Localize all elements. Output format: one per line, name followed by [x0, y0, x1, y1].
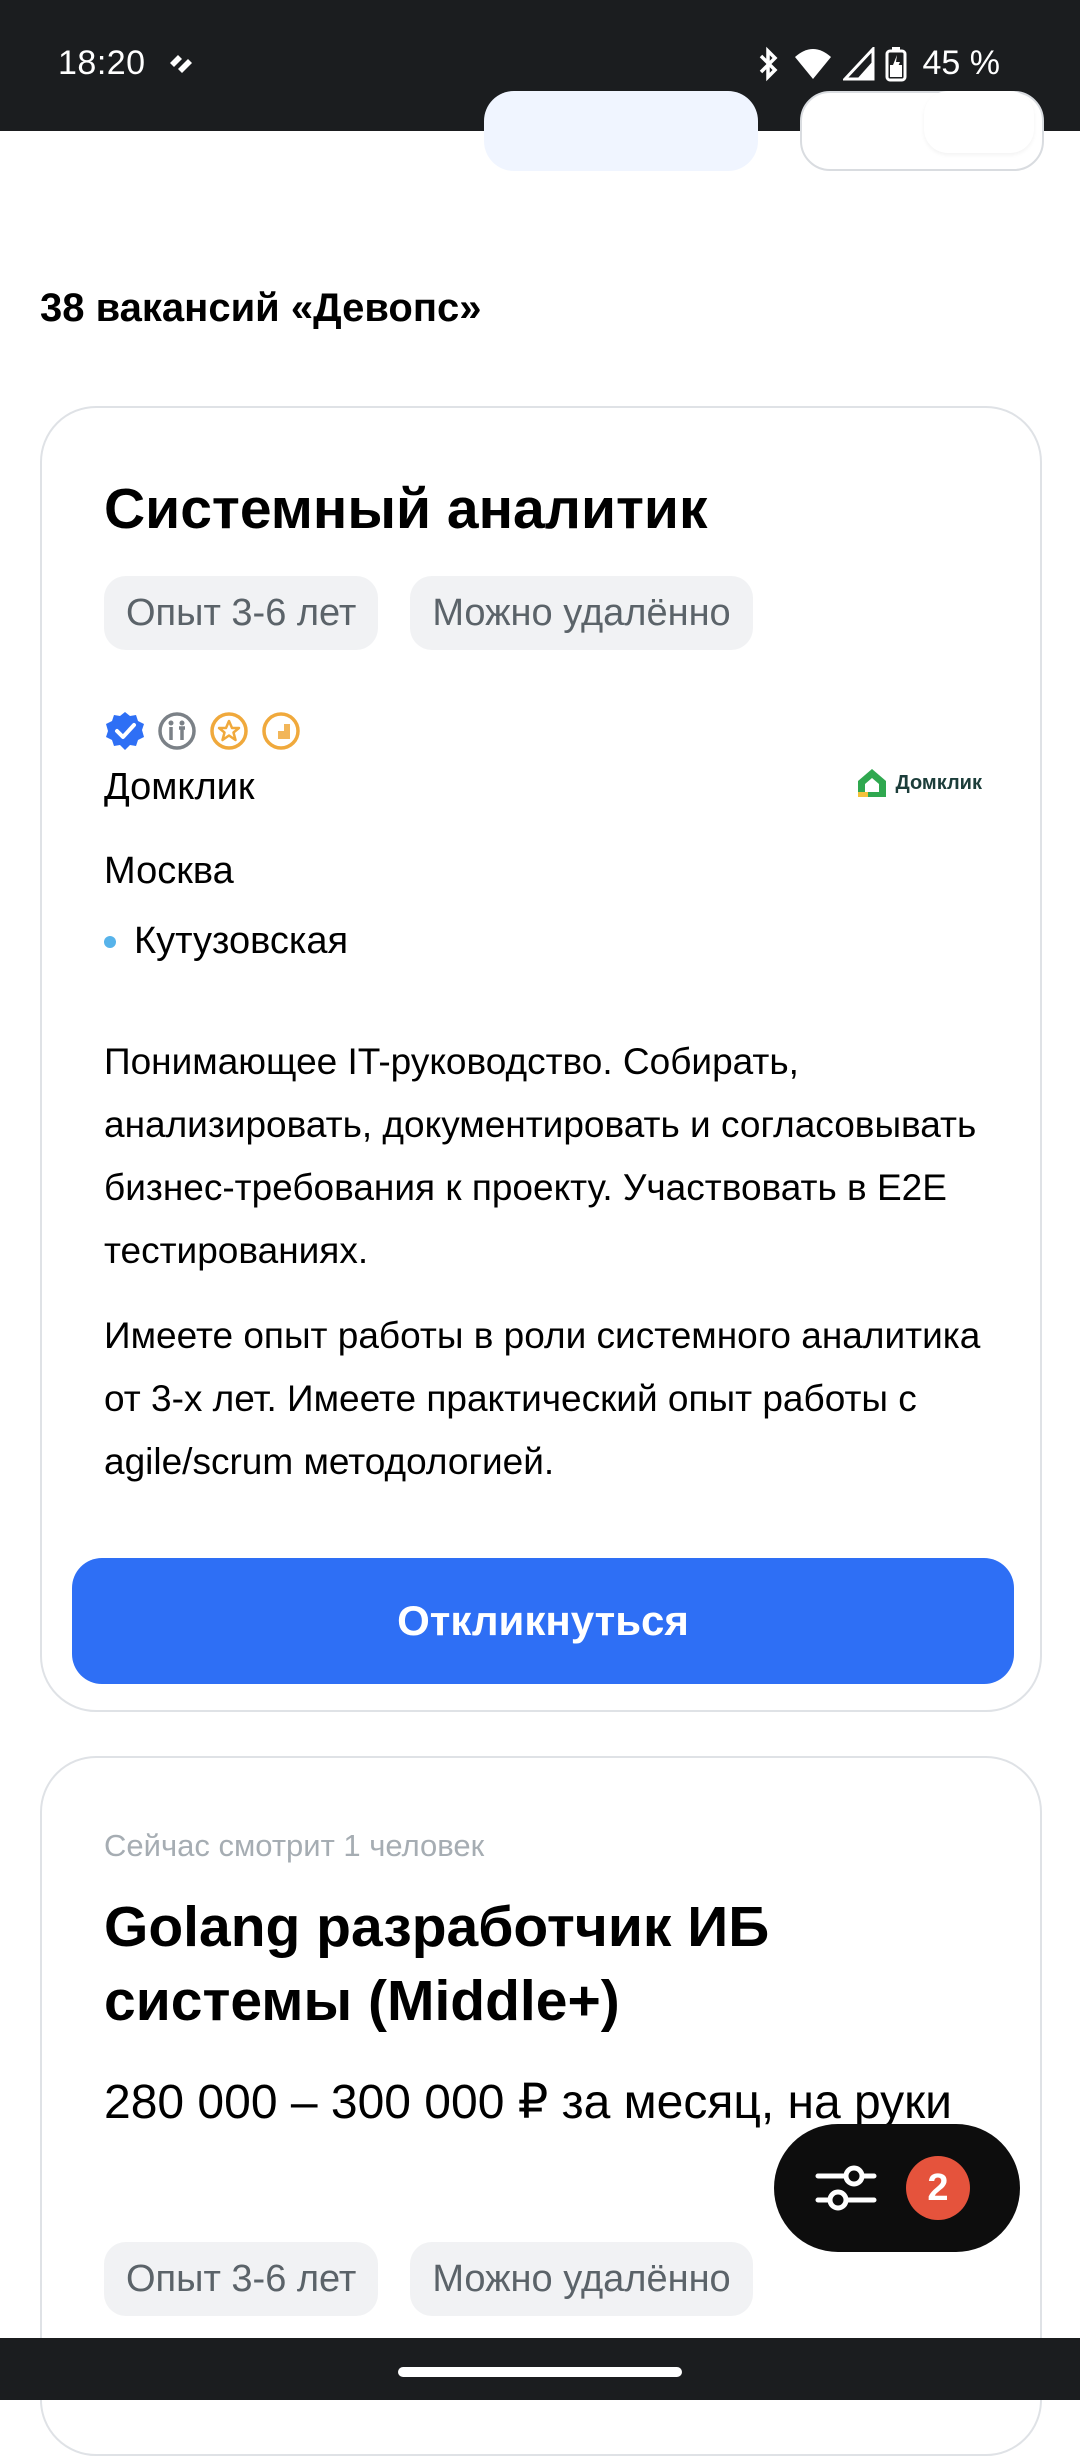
- rating-icon[interactable]: [208, 710, 250, 752]
- toggle-knob: [924, 91, 1034, 153]
- home-indicator[interactable]: [398, 2367, 682, 2377]
- remote-tag: Можно удалённо: [410, 576, 753, 650]
- city: Москва: [104, 850, 234, 892]
- experience-tag: Опыт 3-6 лет: [104, 576, 379, 650]
- app-notification-icon: [170, 55, 192, 73]
- company-name[interactable]: Домклик: [104, 766, 255, 809]
- verified-icon[interactable]: [104, 710, 146, 752]
- company-logo[interactable]: Домклик: [855, 766, 982, 800]
- battery-percent: 45 %: [922, 44, 1001, 82]
- apply-button[interactable]: Откликнуться: [72, 1558, 1014, 1684]
- domclick-logo-icon: [858, 769, 887, 797]
- filter-count-badge: 2: [906, 2156, 970, 2220]
- battery-icon: [885, 46, 906, 81]
- viewers-count: Сейчас смотрит 1 человек: [104, 1828, 485, 1863]
- vacancy-responsibilities: Понимающее IT-руководство. Собирать, ана…: [104, 1041, 977, 1271]
- metro-station: Кутузовская: [104, 920, 348, 963]
- search-suggestion-chip[interactable]: [484, 91, 758, 171]
- employer-badges: [104, 710, 302, 752]
- status-icons: 45 %: [755, 44, 1001, 83]
- vacancy-title[interactable]: Системный аналитик: [104, 474, 707, 545]
- vacancy-requirements: Имеете опыт работы в роли системного ана…: [104, 1315, 981, 1482]
- vacancy-tags: Опыт 3-6 лет Можно удалённо: [104, 576, 753, 650]
- metro-station-name: Кутузовская: [134, 920, 349, 962]
- toggle-control[interactable]: [800, 91, 1044, 171]
- results-count: 38 вакансий «Девопс»: [40, 286, 482, 330]
- status-time: 18:20: [58, 44, 146, 82]
- signal-icon: [842, 46, 874, 80]
- filter-button[interactable]: 2: [774, 2124, 1020, 2252]
- bluetooth-icon: [759, 46, 777, 81]
- experience-tag: Опыт 3-6 лет: [104, 2242, 379, 2316]
- vacancy-title[interactable]: Golang разработчик ИБ системы (Middle+): [104, 1890, 1004, 2038]
- vacancy-card[interactable]: Системный аналитик Опыт 3-6 лет Можно уд…: [40, 406, 1042, 1712]
- growth-icon[interactable]: [260, 710, 302, 752]
- wifi-icon: [794, 48, 831, 79]
- metro-line-icon: [104, 935, 116, 948]
- vacancy-tags: Опыт 3-6 лет Можно удалённо: [104, 2242, 753, 2316]
- filter-sliders-icon: [815, 2165, 877, 2211]
- company-logo-text: Домклик: [895, 771, 982, 794]
- scrolled-filter-area: [0, 91, 1080, 191]
- accessibility-icon[interactable]: [156, 710, 198, 752]
- remote-tag: Можно удалённо: [410, 2242, 753, 2316]
